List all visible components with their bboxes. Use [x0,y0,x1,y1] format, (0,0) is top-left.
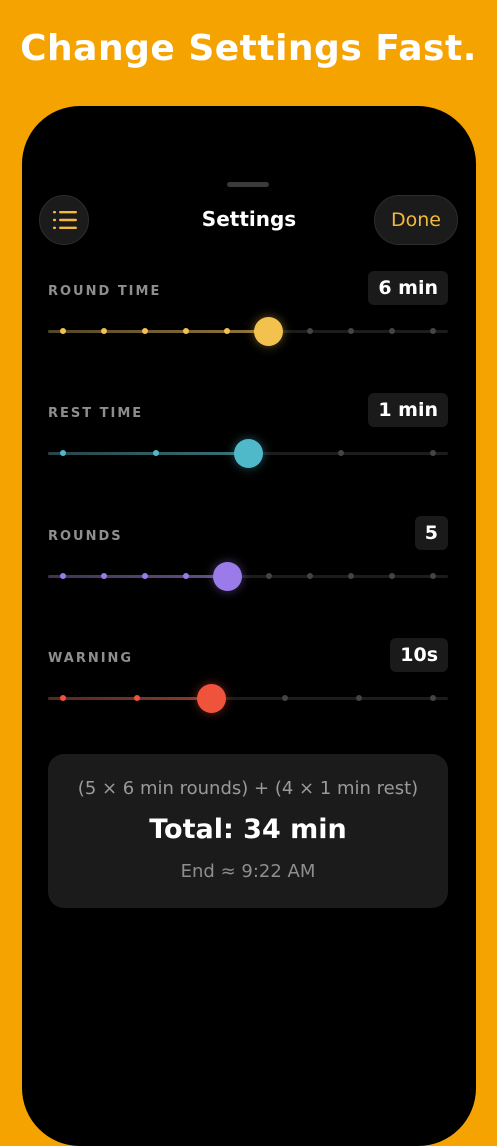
setting-rounds: ROUNDS 5 [48,516,448,639]
warning-slider-thumb[interactable] [196,684,226,713]
rest-time-slider-tick [337,450,344,456]
round-time-label: ROUND TIME [48,284,162,299]
rounds-slider-tick [183,573,190,579]
rounds-slider-tick [265,573,272,579]
headline: Change Settings Fast. [20,28,477,69]
rounds-slider-tick [347,573,354,579]
warning-slider-tick [430,695,436,701]
warning-slider-fill [48,697,211,700]
rounds-slider-tick [101,573,108,579]
rounds-slider-tick [142,573,149,579]
round-time-slider-fill [48,330,269,333]
rest-time-slider-thumb[interactable] [233,439,263,468]
rest-time-value: 1 min [368,393,448,427]
phone-screen: Settings Done ROUND TIME 6 min REST TIME… [22,106,476,1146]
setting-rest-time: REST TIME 1 min [48,393,448,516]
warning-label: WARNING [48,651,134,666]
round-time-slider-tick [430,328,436,334]
round-time-slider-tick [60,328,66,334]
round-time-slider-tick [306,328,313,334]
round-time-value: 6 min [368,271,448,305]
warning-slider-tick [356,695,362,701]
rest-time-slider-tick [60,450,66,456]
setting-warning: WARNING 10s [48,638,448,761]
rounds-slider-fill [48,575,228,578]
summary-card: (5 × 6 min rounds) + (4 × 1 min rest) To… [48,754,448,908]
round-time-slider-tick [347,328,354,334]
sheet-grabber[interactable] [227,182,269,187]
round-time-slider-tick [142,328,149,334]
rest-time-slider[interactable] [48,439,448,468]
round-time-slider-tick [388,328,395,334]
round-time-slider-tick [224,328,231,334]
round-time-slider-thumb[interactable] [254,317,284,346]
rest-time-slider-tick [152,450,159,456]
rounds-slider-tick [388,573,395,579]
rest-time-slider-tick [430,450,436,456]
rounds-value: 5 [414,516,448,550]
rounds-slider-thumb[interactable] [212,562,242,591]
rounds-label: ROUNDS [48,529,123,544]
summary-formula: (5 × 6 min rounds) + (4 × 1 min rest) [77,778,419,799]
round-time-slider[interactable] [48,317,448,346]
done-button[interactable]: Done [374,195,458,245]
rounds-slider-tick [60,573,66,579]
rest-time-slider-fill [48,452,248,455]
rounds-slider-tick [430,573,436,579]
warning-value: 10s [390,638,448,672]
round-time-slider-tick [183,328,190,334]
rounds-slider[interactable] [48,562,448,591]
rounds-slider-tick [306,573,313,579]
warning-slider-tick [134,695,140,701]
round-time-slider-tick [101,328,108,334]
rest-time-label: REST TIME [48,406,144,421]
summary-end-time: End ≈ 9:22 AM [180,861,316,882]
warning-slider-tick [60,695,66,701]
summary-total: Total: 34 min [149,814,347,845]
warning-slider-tick [282,695,288,701]
warning-slider[interactable] [48,684,448,713]
setting-round-time: ROUND TIME 6 min [48,271,448,394]
